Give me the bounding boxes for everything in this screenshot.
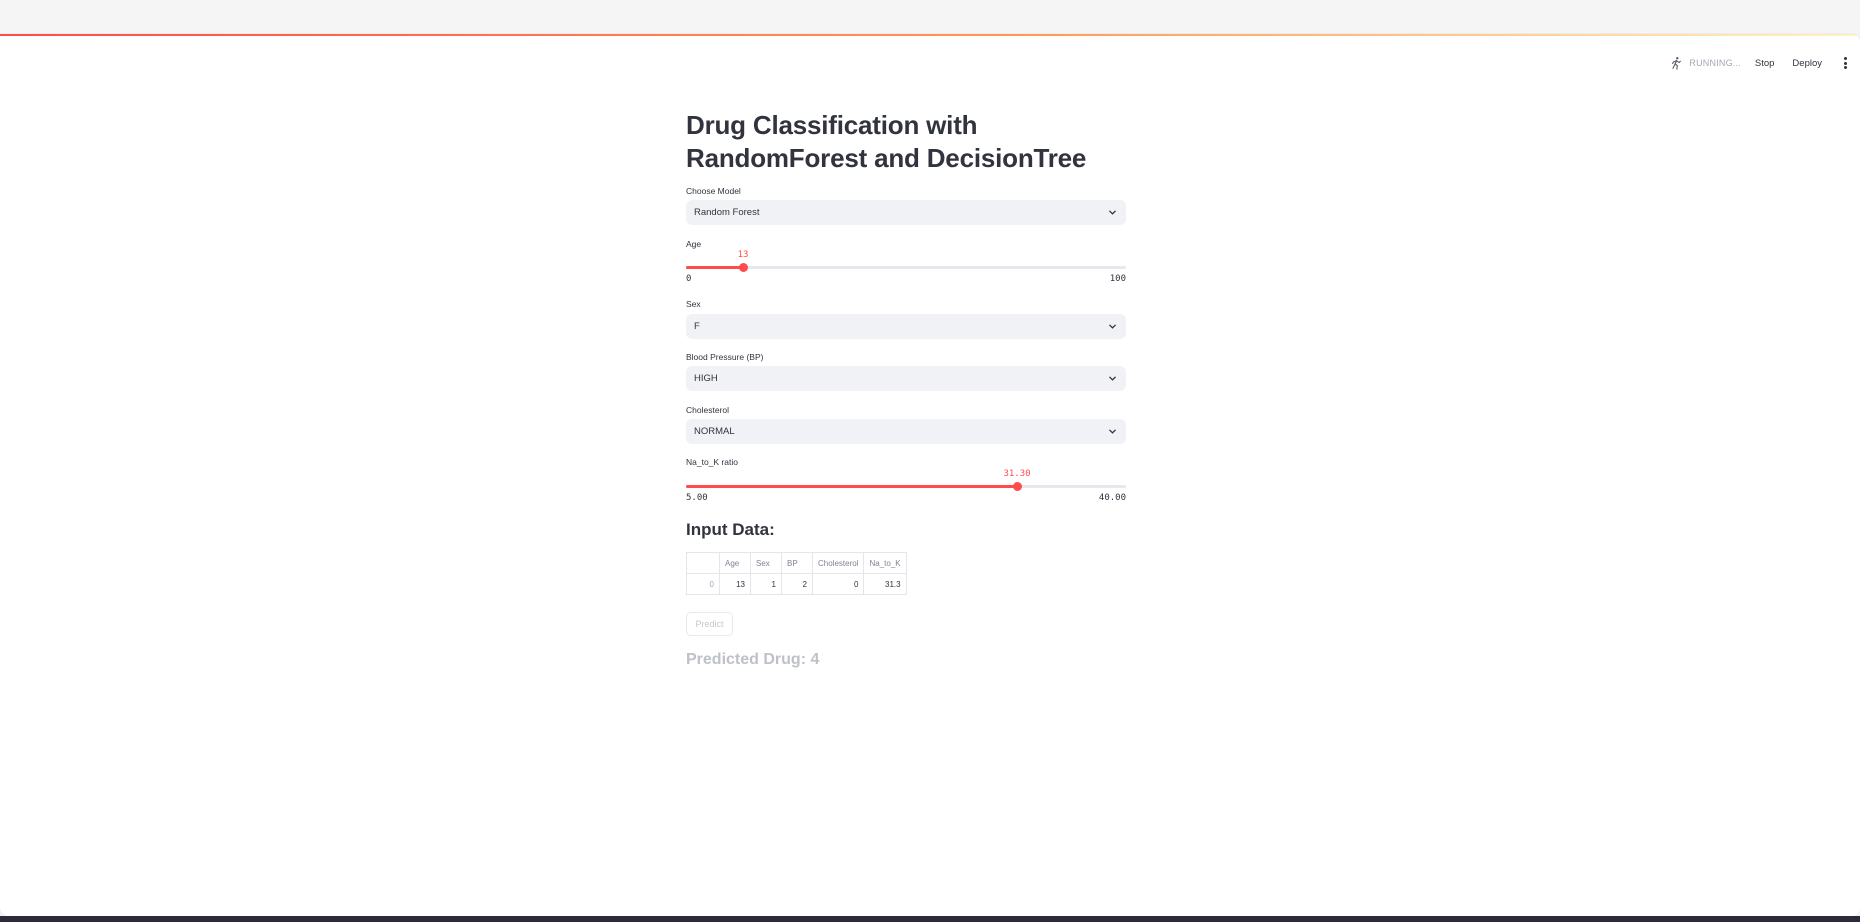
table-cell-cholesterol[interactable]: 0 bbox=[811, 573, 865, 595]
na-k-slider-max: 40.00 bbox=[1098, 493, 1126, 503]
na-k-slider[interactable]: 31.30 bbox=[686, 469, 1126, 491]
sex-select[interactable]: F bbox=[686, 314, 1126, 339]
na-k-slider-fill bbox=[686, 485, 1017, 488]
table-row: 0 13 1 2 0 31.3 bbox=[686, 573, 907, 595]
age-slider-value: 13 bbox=[737, 250, 749, 260]
cholesterol-select[interactable]: NORMAL bbox=[686, 419, 1126, 444]
na-k-slider-min: 5.00 bbox=[686, 493, 708, 503]
age-slider-fill bbox=[686, 266, 743, 269]
app-toolbar: RUNNING... Stop Deploy bbox=[1669, 50, 1860, 76]
na-k-slider-label: Na_to_K ratio bbox=[686, 457, 738, 467]
table-cell-index: 0 bbox=[686, 573, 720, 595]
running-status-text: RUNNING... bbox=[1689, 58, 1741, 68]
page-title: Drug Classification with RandomForest an… bbox=[686, 110, 1087, 173]
top-decoration-bar bbox=[0, 34, 1860, 36]
table-header-row: Age Sex BP Cholesterol Na_to_K bbox=[686, 552, 907, 574]
table-cell-sex[interactable]: 1 bbox=[750, 573, 782, 595]
bp-select-value: HIGH bbox=[694, 373, 718, 384]
table-header-index bbox=[686, 552, 720, 574]
bottom-edge-strip bbox=[0, 916, 1860, 922]
cholesterol-select-label: Cholesterol bbox=[686, 405, 729, 415]
chevron-down-icon bbox=[1109, 429, 1116, 434]
sex-select-value: F bbox=[694, 321, 700, 332]
cholesterol-select-value: NORMAL bbox=[694, 426, 735, 437]
table-cell-na-k[interactable]: 31.3 bbox=[863, 573, 907, 595]
table-cell-age[interactable]: 13 bbox=[719, 573, 751, 595]
model-select-value: Random Forest bbox=[694, 207, 760, 218]
table-header-age[interactable]: Age bbox=[719, 552, 751, 574]
age-slider-min: 0 bbox=[686, 274, 692, 284]
table-cell-bp[interactable]: 2 bbox=[781, 573, 813, 595]
running-status: RUNNING... bbox=[1669, 56, 1741, 70]
chevron-down-icon bbox=[1109, 324, 1116, 329]
model-select[interactable]: Random Forest bbox=[686, 200, 1126, 225]
table-header-sex[interactable]: Sex bbox=[750, 552, 782, 574]
bp-select[interactable]: HIGH bbox=[686, 366, 1126, 391]
input-data-table[interactable]: Age Sex BP Cholesterol Na_to_K 0 13 1 2 … bbox=[686, 552, 907, 595]
stop-button[interactable]: Stop bbox=[1755, 58, 1775, 69]
table-header-bp[interactable]: BP bbox=[781, 552, 813, 574]
input-data-heading: Input Data: bbox=[686, 520, 775, 539]
chevron-down-icon bbox=[1109, 210, 1116, 215]
table-header-cholesterol[interactable]: Cholesterol bbox=[811, 552, 865, 574]
sex-select-label: Sex bbox=[686, 299, 701, 309]
age-slider-thumb[interactable] bbox=[738, 263, 748, 272]
deploy-button[interactable]: Deploy bbox=[1792, 58, 1822, 69]
kebab-menu-icon[interactable] bbox=[1840, 56, 1850, 70]
predicted-drug-result: Predicted Drug: 4 bbox=[686, 651, 820, 668]
model-select-label: Choose Model bbox=[686, 186, 741, 196]
table-header-na-k[interactable]: Na_to_K bbox=[863, 552, 907, 574]
bp-select-label: Blood Pressure (BP) bbox=[686, 352, 764, 362]
chevron-down-icon bbox=[1109, 376, 1116, 381]
na-k-slider-track bbox=[686, 482, 1126, 491]
age-slider-label: Age bbox=[686, 239, 702, 249]
running-man-icon bbox=[1672, 56, 1682, 70]
age-slider-track bbox=[686, 263, 1126, 272]
na-k-slider-thumb[interactable] bbox=[1012, 482, 1022, 491]
age-slider[interactable]: 13 bbox=[686, 250, 1126, 272]
predict-button[interactable]: Predict bbox=[686, 612, 733, 636]
age-slider-max: 100 bbox=[1109, 274, 1126, 284]
na-k-slider-value: 31.30 bbox=[1003, 469, 1031, 479]
